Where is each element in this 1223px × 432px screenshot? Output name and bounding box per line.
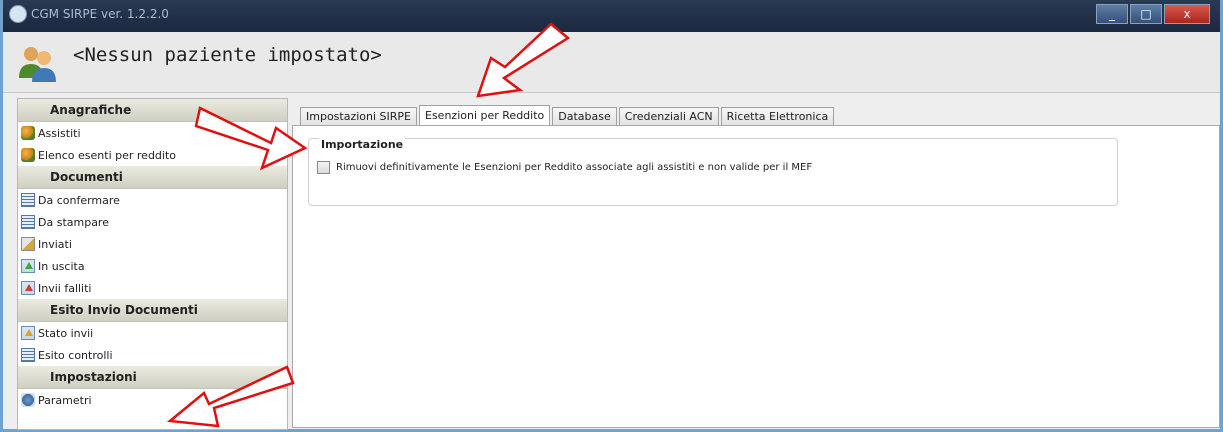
sent-icon — [21, 237, 35, 251]
nav-item-assistiti[interactable]: Assistiti — [18, 122, 287, 144]
rimuovi-esenzioni-option[interactable]: Rimuovi definitivamente le Esenzioni per… — [317, 161, 812, 174]
outgoing-icon — [21, 259, 35, 273]
section-esito-invio: Esito Invio Documenti — [18, 299, 287, 322]
nav-item-da-stampare[interactable]: Da stampare — [18, 211, 287, 233]
nav-item-in-uscita[interactable]: In uscita — [18, 255, 287, 277]
failed-icon — [21, 281, 35, 295]
window-title: CGM SIRPE ver. 1.2.2.0 — [31, 7, 169, 21]
app-icon — [9, 5, 27, 23]
importazione-group: Importazione Rimuovi definitivamente le … — [308, 138, 1118, 206]
checkbox-label: Rimuovi definitivamente le Esenzioni per… — [336, 162, 813, 173]
nav-item-label: In uscita — [38, 259, 85, 273]
nav-item-label: Assistiti — [38, 126, 81, 140]
nav-item-da-confermare[interactable]: Da confermare — [18, 189, 287, 211]
tab-strip: Impostazioni SIRPE Esenzioni per Reddito… — [300, 104, 836, 127]
section-documenti: Documenti — [18, 166, 287, 189]
settings-icon — [21, 393, 35, 407]
rimuovi-esenzioni-checkbox[interactable] — [317, 161, 330, 174]
nav-item-parametri[interactable]: Parametri — [18, 389, 287, 411]
sidebar: Anagrafiche Assistiti Elenco esenti per … — [17, 98, 288, 430]
nav-item-label: Da confermare — [38, 193, 120, 207]
nav-item-inviati[interactable]: Inviati — [18, 233, 287, 255]
section-impostazioni: Impostazioni — [18, 366, 287, 389]
title-bar[interactable]: CGM SIRPE ver. 1.2.2.0 _ □ x — [3, 0, 1220, 32]
maximize-button[interactable]: □ — [1130, 4, 1162, 24]
status-icon — [21, 326, 35, 340]
nav-item-esito-controlli[interactable]: Esito controlli — [18, 344, 287, 366]
nav-item-stato-invii[interactable]: Stato invii — [18, 322, 287, 344]
nav-item-label: Esito controlli — [38, 348, 113, 362]
nav-item-label: Da stampare — [38, 215, 109, 229]
section-anagrafiche: Anagrafiche — [18, 99, 287, 122]
group-title: Importazione — [319, 138, 406, 151]
nav-item-label: Inviati — [38, 237, 72, 251]
close-button[interactable]: x — [1164, 4, 1210, 24]
tab-credenziali-acn[interactable]: Credenziali ACN — [618, 107, 719, 126]
nav-item-invii-falliti[interactable]: Invii falliti — [18, 277, 287, 299]
people-icon — [21, 126, 35, 140]
tab-panel: Importazione Rimuovi definitivamente le … — [292, 125, 1220, 428]
window-controls: _ □ x — [1094, 4, 1210, 24]
tab-impostazioni-sirpe[interactable]: Impostazioni SIRPE — [300, 107, 417, 126]
tab-database[interactable]: Database — [552, 107, 617, 126]
nav-item-label: Stato invii — [38, 326, 94, 340]
nav-item-label: Parametri — [38, 393, 92, 407]
nav-item-elenco-esenti[interactable]: Elenco esenti per reddito — [18, 144, 287, 166]
nav-item-label: Invii falliti — [38, 281, 92, 295]
patient-header: <Nessun paziente impostato> — [3, 32, 1220, 93]
tab-ricetta-elettronica[interactable]: Ricetta Elettronica — [720, 107, 835, 126]
people-icon — [21, 148, 35, 162]
document-icon — [21, 215, 35, 229]
document-icon — [21, 348, 35, 362]
tab-esenzioni-per-reddito[interactable]: Esenzioni per Reddito — [419, 105, 551, 127]
patients-icon — [19, 47, 56, 82]
settings-content: Impostazioni SIRPE Esenzioni per Reddito… — [292, 98, 1220, 428]
patient-title: <Nessun paziente impostato> — [73, 44, 382, 66]
nav-item-label: Elenco esenti per reddito — [38, 148, 177, 162]
document-icon — [21, 193, 35, 207]
app-window: CGM SIRPE ver. 1.2.2.0 _ □ x <Nessun paz… — [0, 0, 1223, 432]
minimize-button[interactable]: _ — [1096, 4, 1128, 24]
